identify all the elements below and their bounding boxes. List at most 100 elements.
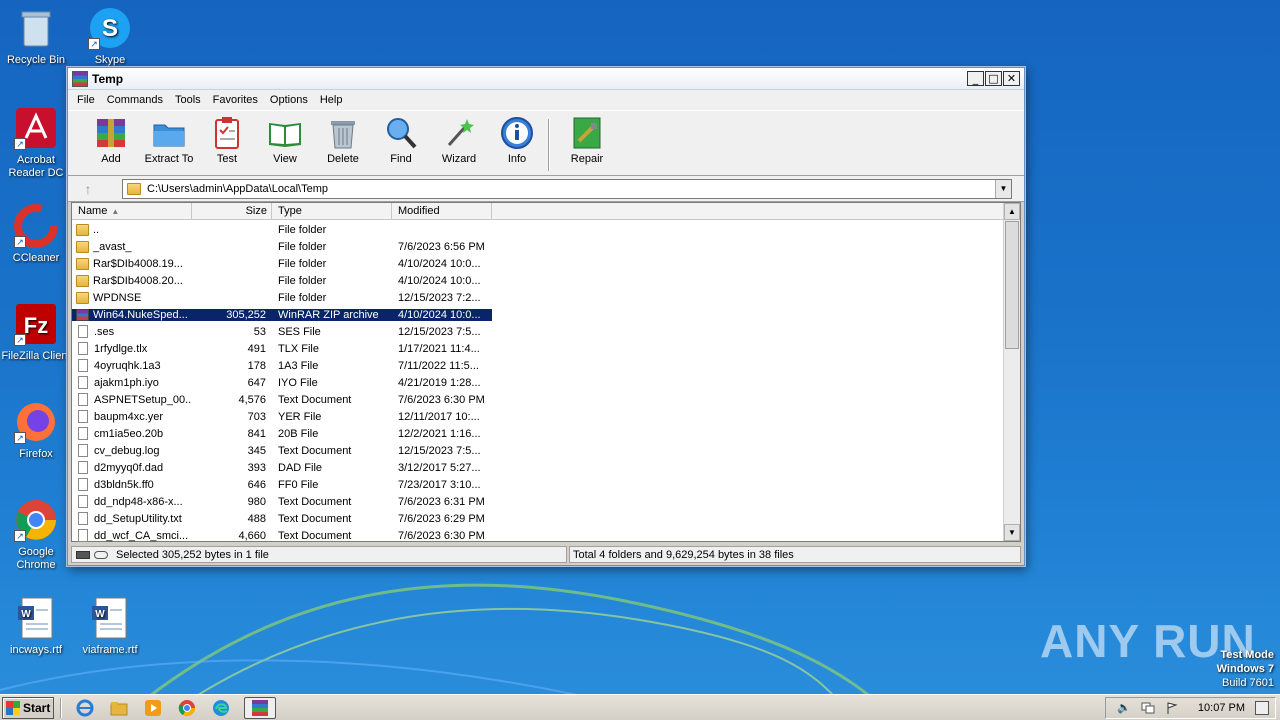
file-row[interactable]: .. File folder [72,221,1004,238]
file-row[interactable]: 1rfydlge.tlx 491 TLX File 1/17/2021 11:4... [72,340,1004,357]
test-button[interactable]: Test [198,115,256,165]
file-size: 491 [247,342,266,355]
folder-icon [127,182,141,195]
desktop-icon-recycle-bin[interactable]: Recycle Bin [0,6,72,67]
file-row[interactable]: 4oyruqhk.1a3 178 1A3 File 7/11/2022 11:5... [72,357,1004,374]
column-header-type[interactable]: Type [272,203,392,220]
close-button[interactable]: ✕ [1003,71,1020,86]
file-row[interactable]: WPDNSE File folder 12/15/2023 7:2... [72,289,1004,306]
desktop-icon-ccleaner[interactable]: ↗ CCleaner [0,204,72,265]
desktop-icon-firefox[interactable]: ↗ Firefox [0,400,72,461]
file-name: d2myyq0f.dad [94,461,164,474]
menu-commands[interactable]: Commands [101,94,169,106]
chevron-down-icon[interactable]: ▼ [995,179,1011,198]
delete-button[interactable]: Delete [314,115,372,165]
file-icon [78,427,88,440]
column-header-size[interactable]: Size [192,203,272,220]
desktop-icon-filezilla[interactable]: Fz ↗ FileZilla Client [0,302,72,363]
desktop-icon-incways[interactable]: W incways.rtf [0,596,72,657]
clock[interactable]: 10:07 PM [1198,702,1245,714]
wizard-label: Wizard [441,153,477,165]
menu-help[interactable]: Help [314,94,349,106]
file-icon [78,461,88,474]
action-center-flag-icon[interactable] [1164,701,1180,715]
file-name-cell: ajakm1ph.iyo [72,376,192,389]
winrar-window[interactable]: Temp _ □ ✕ File Commands Tools Favorites… [67,67,1025,566]
file-name: ASPNETSetup_00... [94,393,192,406]
column-header-modified[interactable]: Modified [392,203,492,220]
repair-button[interactable]: Repair [558,115,616,165]
address-field[interactable]: C:\Users\admin\AppData\Local\Temp ▼ [122,178,1012,199]
desktop-icon-acrobat[interactable]: ↗ Acrobat Reader DC [0,106,72,180]
up-arrow-icon[interactable]: ↑ [74,181,102,197]
internet-explorer-icon[interactable] [74,697,96,719]
word-document-icon: W [88,596,132,640]
menu-file[interactable]: File [71,94,101,106]
file-row[interactable]: ASPNETSetup_00... 4,576 Text Document 7/6/2… [72,391,1004,408]
desktop-icon-skype[interactable]: S ↗ Skype [74,6,146,67]
menu-options[interactable]: Options [264,94,314,106]
taskbar: Start 🔈 10:07 PM [0,694,1280,720]
file-row[interactable]: d2myyq0f.dad 393 DAD File 3/12/2017 5:27... [72,459,1004,476]
file-type: File folder [278,223,327,236]
file-name-cell: .. [72,223,192,236]
scroll-up-icon[interactable]: ▲ [1004,203,1020,220]
media-player-icon[interactable] [142,697,164,719]
file-modified: 7/11/2022 11:5... [398,359,479,372]
file-size: 345 [247,444,266,457]
menu-tools[interactable]: Tools [169,94,207,106]
add-button[interactable]: Add [82,115,140,165]
network-icon[interactable] [1140,701,1156,715]
extract-to-button[interactable]: Extract To [140,115,198,165]
file-row[interactable]: cm1ia5eo.20b 841 20B File 12/2/2021 1:16... [72,425,1004,442]
view-button[interactable]: View [256,115,314,165]
file-row[interactable]: dd_ndp48-x86-x... 980 Text Document 7/6/202… [72,493,1004,510]
file-icon [78,529,88,542]
file-icon [78,376,88,389]
file-icon [78,512,88,525]
file-name: WPDNSE [93,291,142,304]
speaker-icon[interactable]: 🔈 [1116,701,1132,715]
file-modified: 7/6/2023 6:56 PM [398,240,485,253]
find-button[interactable]: Find [372,115,430,165]
file-row[interactable]: dd_wcf_CA_smci... 4,660 Text Document 7/6/2… [72,527,1004,544]
scroll-down-icon[interactable]: ▼ [1004,524,1020,541]
file-row[interactable]: Rar$DIb4008.19... File folder 4/10/2024 10… [72,255,1004,272]
show-desktop-button[interactable] [1255,700,1269,715]
file-row[interactable]: baupm4xc.yer 703 YER File 12/11/2017 10:... [72,408,1004,425]
file-name: Rar$DIb4008.20... [93,274,183,287]
minimize-button[interactable]: _ [967,71,984,86]
file-row[interactable]: _avast_ File folder 7/6/2023 6:56 PM [72,238,1004,255]
menu-favorites[interactable]: Favorites [207,94,264,106]
file-size: 703 [247,410,266,423]
explorer-icon[interactable] [108,697,130,719]
file-modified: 12/15/2023 7:2... [398,291,481,304]
file-row[interactable]: Rar$DIb4008.20... File folder 4/10/2024 10… [72,272,1004,289]
start-label: Start [23,700,51,715]
info-button[interactable]: Info [488,115,546,165]
desktop-icon-viaframe[interactable]: W viaframe.rtf [74,596,146,657]
chrome-icon[interactable] [176,697,198,719]
start-button[interactable]: Start [2,696,54,719]
svg-text:Fz: Fz [24,313,48,338]
scroll-thumb[interactable] [1005,221,1019,349]
file-row[interactable]: d3bldn5k.ff0 646 FF0 File 7/23/2017 3:10... [72,476,1004,493]
file-row[interactable]: dd_SetupUtility.txt 488 Text Document 7/6/2… [72,510,1004,527]
file-row[interactable]: .ses 53 SES File 12/15/2023 7:5... [72,323,1004,340]
toolbar: Add Extract To Test View Delete Find Wiz… [68,110,1024,176]
column-header-name[interactable]: Name ▲ [72,203,192,220]
file-row[interactable]: cv_debug.log 345 Text Document 12/15/2023 7… [72,442,1004,459]
wizard-button[interactable]: Wizard [430,115,488,165]
file-type: Text Document [278,393,352,406]
desktop-icon-chrome[interactable]: ↗ Google Chrome [0,498,72,572]
vertical-scrollbar[interactable]: ▲ ▼ [1003,203,1020,541]
maximize-button[interactable]: □ [985,71,1002,86]
extract-folder-icon [153,124,185,147]
window-titlebar[interactable]: Temp _ □ ✕ [68,68,1024,90]
file-row[interactable]: Win64.NukeSped... 305,252 WinRAR ZIP archi… [72,306,1004,323]
edge-icon[interactable] [210,697,232,719]
file-name-cell: Win64.NukeSped... [72,308,192,321]
winrar-icon[interactable] [244,696,276,719]
file-row[interactable]: ajakm1ph.iyo 647 IYO File 4/21/2019 1:28... [72,374,1004,391]
file-list[interactable]: Name ▲ Size Type Modified .. File folder _a… [71,202,1021,542]
